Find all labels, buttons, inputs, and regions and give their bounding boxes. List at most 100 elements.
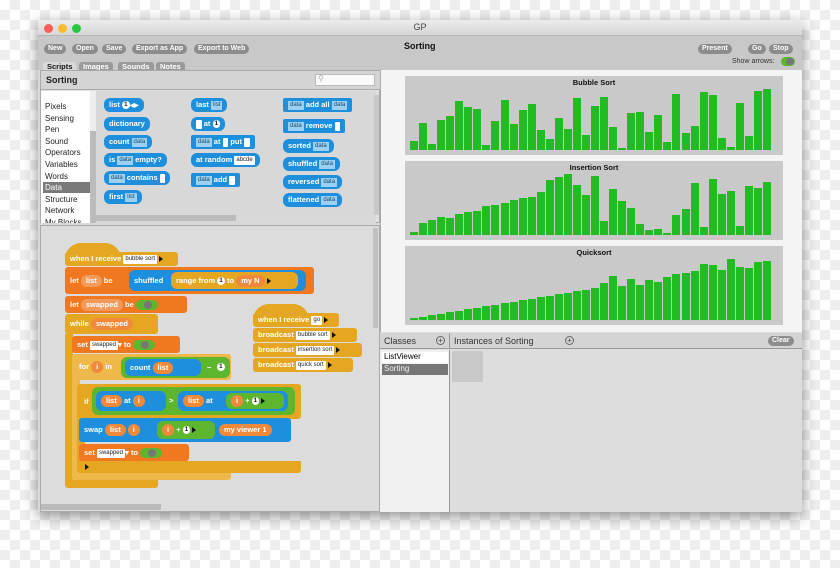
bar xyxy=(627,278,636,320)
bar xyxy=(437,119,446,150)
new-button[interactable]: New xyxy=(44,44,67,54)
class-item-sorting[interactable]: Sorting xyxy=(382,364,448,375)
palette-h-scrollbar[interactable] xyxy=(96,215,236,221)
class-name: Sorting xyxy=(46,75,78,85)
stage[interactable]: Bubble Sort Insertion Sort Quicksort xyxy=(380,70,802,332)
category-sound[interactable]: Sound xyxy=(43,136,90,147)
block-at-put[interactable]: data at put xyxy=(191,135,255,149)
block-sorted[interactable]: sorted data xyxy=(283,139,334,153)
category-structure[interactable]: Structure xyxy=(43,194,90,205)
bar xyxy=(527,298,536,320)
palette-v-scrollbar[interactable] xyxy=(374,95,379,215)
bar xyxy=(717,269,726,320)
block-flattened[interactable]: flattened data xyxy=(283,193,343,207)
category-list: Pixels Sensing Pen Sound Operators Variables W… xyxy=(41,91,90,223)
block-first[interactable]: first list xyxy=(104,190,142,204)
class-item-listviewer[interactable]: ListViewer xyxy=(382,352,448,363)
script-area: when I receive bubble sort let list be s… xyxy=(40,225,380,512)
when-receive-go-hat[interactable]: when I receive go xyxy=(253,313,339,327)
bar xyxy=(410,318,419,320)
open-button[interactable]: Open xyxy=(72,44,98,54)
swap-block[interactable]: swap list i i + 1 my viewer 1 xyxy=(79,418,291,442)
bar xyxy=(690,183,699,235)
block-remove[interactable]: data remove xyxy=(283,119,346,133)
clear-button[interactable]: Clear xyxy=(768,336,794,346)
broadcast-quick-sort[interactable]: broadcast quick sort xyxy=(253,358,353,372)
bar xyxy=(509,124,518,150)
broadcast-bubble-sort[interactable]: broadcast bubble sort xyxy=(253,328,357,342)
bar xyxy=(500,99,509,150)
category-pen[interactable]: Pen xyxy=(43,124,90,135)
bar xyxy=(446,218,455,235)
bar xyxy=(572,291,581,320)
bar xyxy=(410,140,419,150)
let-list-block[interactable]: let list be shuffled range from 1 to my … xyxy=(65,267,314,294)
let-swapped-block[interactable]: let swapped be xyxy=(65,296,187,313)
block-reversed[interactable]: reversed data xyxy=(283,175,343,189)
instances-header: Instances of Sorting + Clear xyxy=(450,333,802,349)
script-v-scrollbar[interactable] xyxy=(373,228,378,328)
export-web-button[interactable]: Export to Web xyxy=(194,44,250,54)
category-network[interactable]: Network xyxy=(43,205,90,216)
bar xyxy=(572,98,581,150)
add-class-icon[interactable]: + xyxy=(436,336,445,345)
category-sensing[interactable]: Sensing xyxy=(43,113,90,124)
go-button[interactable]: Go xyxy=(748,44,766,54)
chart-title: Quicksort xyxy=(576,248,612,257)
bar xyxy=(618,201,627,235)
set-swapped-block[interactable]: set swapped ▾ to xyxy=(72,336,180,353)
bar xyxy=(645,230,654,235)
category-pixels[interactable]: Pixels xyxy=(43,101,90,112)
bar xyxy=(609,189,618,235)
bar xyxy=(464,309,473,320)
bar xyxy=(618,148,627,150)
bar xyxy=(419,222,428,235)
bar xyxy=(663,277,672,320)
bar xyxy=(645,280,654,320)
category-variables[interactable]: Variables xyxy=(43,159,90,170)
export-app-button[interactable]: Export as App xyxy=(132,44,188,54)
block-list[interactable]: list 1 ◀▶ xyxy=(104,98,144,112)
broadcast-insertion-sort[interactable]: broadcast insertion sort xyxy=(253,343,362,357)
block-at[interactable]: at 1 xyxy=(191,117,226,131)
bar xyxy=(482,206,491,235)
bar xyxy=(753,262,762,320)
bar xyxy=(663,142,672,150)
quicksort-chart: Quicksort xyxy=(405,246,783,325)
block-add[interactable]: data add xyxy=(191,173,240,187)
block-last[interactable]: last list xyxy=(191,98,228,112)
add-instance-icon[interactable]: + xyxy=(565,336,574,345)
stop-button[interactable]: Stop xyxy=(769,44,793,54)
block-contains[interactable]: data contains xyxy=(104,171,171,185)
bar xyxy=(518,300,527,320)
script-h-scrollbar[interactable] xyxy=(41,504,161,510)
save-button[interactable]: Save xyxy=(102,44,127,54)
bar xyxy=(473,210,482,235)
when-receive-hat[interactable]: when I receive bubble sort xyxy=(65,252,178,266)
category-operators[interactable]: Operators xyxy=(43,147,90,158)
bar xyxy=(500,202,509,235)
show-arrows-toggle[interactable] xyxy=(781,57,795,66)
bar xyxy=(663,233,672,235)
block-dictionary[interactable]: dictionary xyxy=(104,117,150,131)
bar xyxy=(581,195,590,235)
bar xyxy=(636,111,645,150)
bar xyxy=(672,93,681,150)
bar xyxy=(482,145,491,150)
category-my-blocks[interactable]: My Blocks xyxy=(43,217,90,223)
bar xyxy=(536,192,545,235)
bar xyxy=(536,130,545,150)
bar xyxy=(428,143,437,150)
category-words[interactable]: Words xyxy=(43,171,90,182)
set-swapped-false-block[interactable]: set swapped ▾ to xyxy=(79,444,189,461)
instance-thumbnail[interactable] xyxy=(452,351,483,382)
present-button[interactable]: Present xyxy=(698,44,732,54)
block-shuffled[interactable]: shuffled data xyxy=(283,157,340,171)
block-is-empty[interactable]: is data empty? xyxy=(104,153,167,167)
category-data[interactable]: Data xyxy=(43,182,90,194)
block-at-random[interactable]: at random abcde xyxy=(191,153,260,167)
search-input[interactable] xyxy=(315,74,375,86)
bar xyxy=(482,306,491,320)
block-count[interactable]: count data xyxy=(104,135,153,149)
block-add-all[interactable]: data add all data xyxy=(283,98,353,112)
